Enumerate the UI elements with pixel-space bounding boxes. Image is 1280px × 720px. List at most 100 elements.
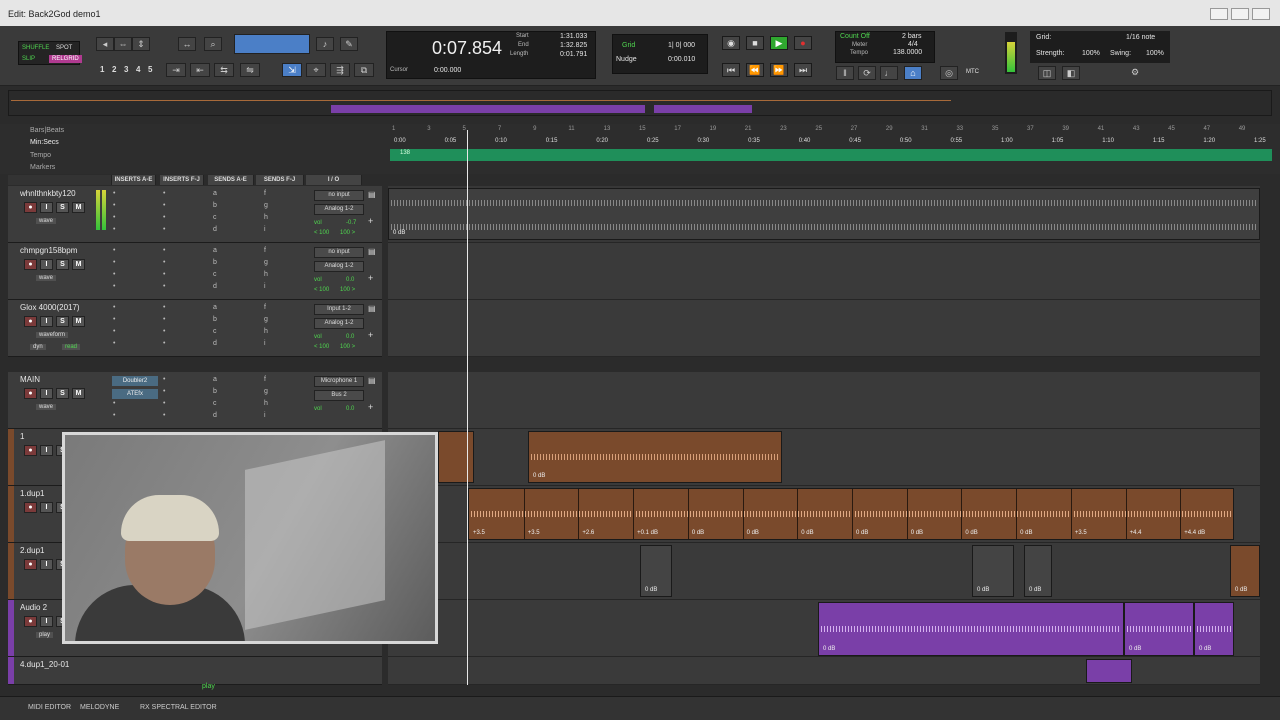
send-slot[interactable]: d [213,226,217,233]
track-name[interactable]: 2.dup1 [20,546,44,555]
send-slot[interactable]: f [264,376,266,383]
bars-beats-ruler-label[interactable]: Bars|Beats [30,127,64,134]
track-name[interactable]: MAIN [20,375,40,384]
insert-slot[interactable]: • [163,400,165,407]
zoom-preset-1[interactable]: 1 [100,65,104,74]
output-selector[interactable]: Analog 1-2 [314,261,364,272]
volume-value[interactable]: 0.0 [346,277,354,283]
track-lane-chmpgn158bpm[interactable] [388,243,1260,300]
mute-button[interactable]: M [72,388,85,399]
insert-slot[interactable]: • [163,340,165,347]
input-selector[interactable]: Input 1-2 [314,304,364,315]
slip-mode[interactable]: SLIP [19,55,38,63]
minimize-button[interactable] [1210,8,1228,20]
send-slot[interactable]: f [264,247,266,254]
mute-button[interactable]: M [72,316,85,327]
count-off-label[interactable]: Count Off [840,33,870,40]
send-slot[interactable]: h [264,271,268,278]
selection-end[interactable]: 1:32.825 [560,42,587,49]
link-timeline-icon[interactable]: ⇆ [214,63,234,77]
pan-right[interactable]: 100 > [340,287,355,293]
scrub-tool-icon[interactable]: ♪ [316,37,334,51]
orange-clip-sequence[interactable]: +3.5 +3.5 +2.6 +0.1 dB 0 dB 0 dB 0 dB 0 dB 0 dB 0… [468,488,1234,540]
track-color-strip[interactable] [8,486,14,542]
track-color-strip[interactable] [8,372,14,428]
purple-clip[interactable]: 0 dB [1194,602,1234,656]
track-name[interactable]: Audio 2 [20,603,47,612]
record-arm-icon[interactable]: ● [24,202,37,213]
send-slot[interactable]: f [264,190,266,197]
min-secs-ruler-label[interactable]: Min:Secs [30,139,59,146]
orange-clip[interactable] [438,431,474,483]
record-arm-icon[interactable]: ● [24,445,37,456]
insert-slot[interactable]: • [113,247,115,254]
selection-length[interactable]: 0:01.791 [560,51,587,58]
pan-left[interactable]: < 100 [314,230,329,236]
quantize-note[interactable]: 1/16 note [1126,34,1155,41]
insert-atefx[interactable]: ATEfx [112,389,158,399]
track-color-strip[interactable] [8,543,14,599]
track-view-selector[interactable]: wave [36,275,57,281]
spot-mode[interactable]: SPOT [53,44,75,52]
input-monitor-button[interactable]: I [40,559,53,570]
insert-slot[interactable]: • [113,271,115,278]
record-arm-icon[interactable]: ● [24,316,37,327]
quantize-icon[interactable]: ◫ [1038,66,1056,80]
input-monitor-button[interactable]: I [40,445,53,456]
track-header[interactable]: chmpgn158bpm ● I S Mwave • • a f • • b g • • c h • • d i no i… [8,243,382,300]
insert-slot[interactable]: • [163,376,165,383]
send-slot[interactable]: i [264,226,266,233]
play-button[interactable]: ▶ [770,36,788,50]
strength-value[interactable]: 100% [1082,50,1100,57]
track-name[interactable]: Glox 4000(2017) [20,303,80,312]
send-slot[interactable]: b [213,388,217,395]
track-view-selector[interactable]: waveform [36,332,69,338]
insert-slot[interactable]: • [163,247,165,254]
send-slot[interactable]: b [213,202,217,209]
meter-value[interactable]: 4/4 [908,41,918,48]
track-view-selector[interactable]: wave [36,404,57,410]
track-lane-2-dup1[interactable]: 0 dB 0 dB 0 dB 0 dB [388,543,1260,600]
gray-clip[interactable]: 0 dB [972,545,1014,597]
insert-doubler[interactable]: Doubler2 [112,376,158,386]
input-selector[interactable]: Microphone 1 [314,376,364,387]
input-monitor-button[interactable]: I [40,202,53,213]
track-lane-glox4000[interactable] [388,300,1260,357]
insert-slot[interactable]: • [163,316,165,323]
grid-label[interactable]: Grid [622,42,635,49]
send-slot[interactable]: i [264,340,266,347]
main-counter[interactable]: 0:07.854 [432,38,502,59]
send-slot[interactable]: d [213,412,217,419]
pan-left[interactable]: < 100 [314,344,329,350]
nudge-value[interactable]: 0:00.010 [668,56,695,63]
send-slot[interactable]: h [264,400,268,407]
track-lane-4-dup1[interactable] [388,657,1260,685]
track-name[interactable]: 1.dup1 [20,489,44,498]
add-insert-icon[interactable]: + [368,273,373,283]
track-header[interactable]: Glox 4000(2017) ● I S Mwaveform dyn read • • a f • •… [8,300,382,357]
tempo-ruler-label[interactable]: Tempo [30,152,51,159]
track-lane-whnlthnkbty120[interactable]: 0 dB [388,186,1260,243]
close-button[interactable] [1252,8,1270,20]
zoom-preset-2[interactable]: 2 [112,65,116,74]
insert-slot[interactable]: • [113,202,115,209]
playhead[interactable] [467,130,468,685]
bars-ruler[interactable]: 1 3 5 7 9 11 13 15 17 19 21 23 25 27 29 31 33 35 37 39 41 43 4… [390,126,1272,136]
add-insert-icon[interactable]: + [368,216,373,226]
send-slot[interactable]: d [213,283,217,290]
loop-icon[interactable]: ⟳ [858,66,876,80]
track-header[interactable]: 4.dup1_20-01 [8,657,382,685]
go-to-end-icon[interactable]: ⏭ [794,63,812,77]
zoom-fit-icon[interactable]: ↔ [178,37,196,51]
track-name[interactable]: 1 [20,432,24,441]
track-header[interactable]: whnlthnkbty120 ● I S Mwave • • a f • • b g • • c h • • d i no… [8,186,382,243]
send-slot[interactable]: g [264,259,268,266]
track-name[interactable]: whnlthnkbty120 [20,189,76,198]
orange-clip[interactable]: 0 dB [528,431,782,483]
send-slot[interactable]: a [213,376,217,383]
online-sync-icon[interactable]: ◎ [940,66,958,80]
send-slot[interactable]: c [213,271,217,278]
insert-slot[interactable]: • [113,304,115,311]
audio-clip-whnlthnkbty120[interactable]: 0 dB [388,188,1260,240]
send-slot[interactable]: a [213,247,217,254]
